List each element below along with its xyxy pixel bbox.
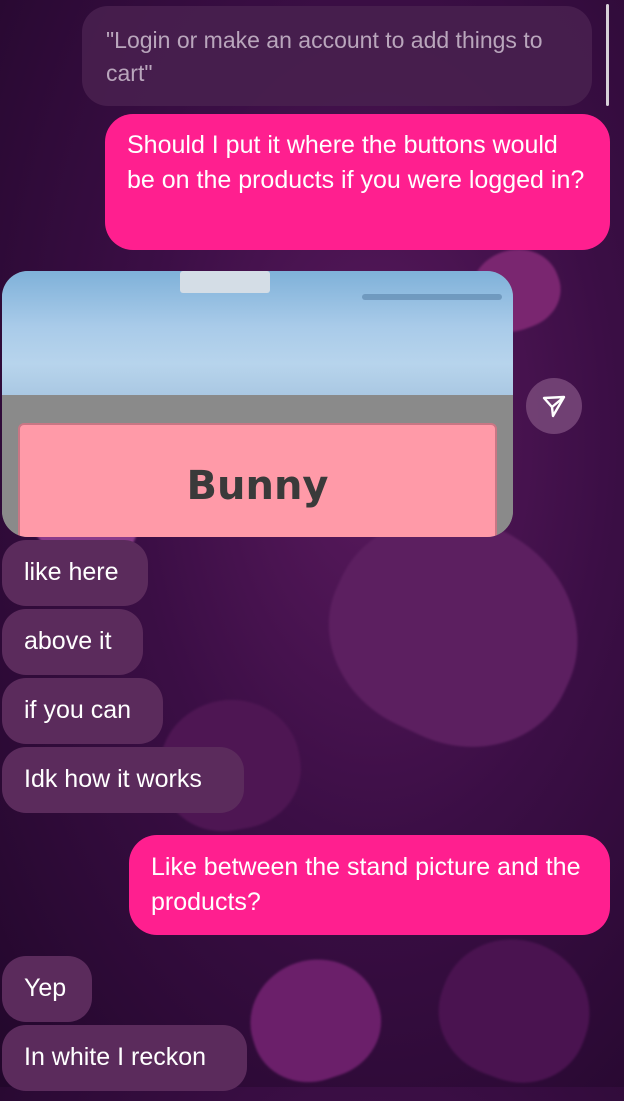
photo-detail: [362, 294, 502, 300]
received-message[interactable]: Idk how it works: [2, 747, 244, 813]
sent-message[interactable]: Should I put it where the buttons would …: [105, 114, 610, 250]
received-photo[interactable]: Bunny: [2, 271, 513, 537]
chat-thread[interactable]: "Login or make an account to add things …: [0, 0, 624, 1091]
send-icon: [542, 395, 566, 418]
received-message[interactable]: like here: [2, 540, 148, 606]
received-message[interactable]: if you can: [2, 678, 163, 744]
share-button[interactable]: [526, 378, 582, 434]
quoted-message[interactable]: "Login or make an account to add things …: [82, 6, 592, 106]
received-message[interactable]: In white I reckon: [2, 1025, 247, 1091]
sent-message[interactable]: Like between the stand picture and the p…: [129, 835, 610, 935]
photo-bunny-label: Bunny: [18, 423, 497, 537]
received-message[interactable]: Yep: [2, 956, 92, 1022]
received-message[interactable]: above it: [2, 609, 143, 675]
photo-detail: [180, 271, 270, 293]
scrollbar[interactable]: [606, 4, 609, 106]
